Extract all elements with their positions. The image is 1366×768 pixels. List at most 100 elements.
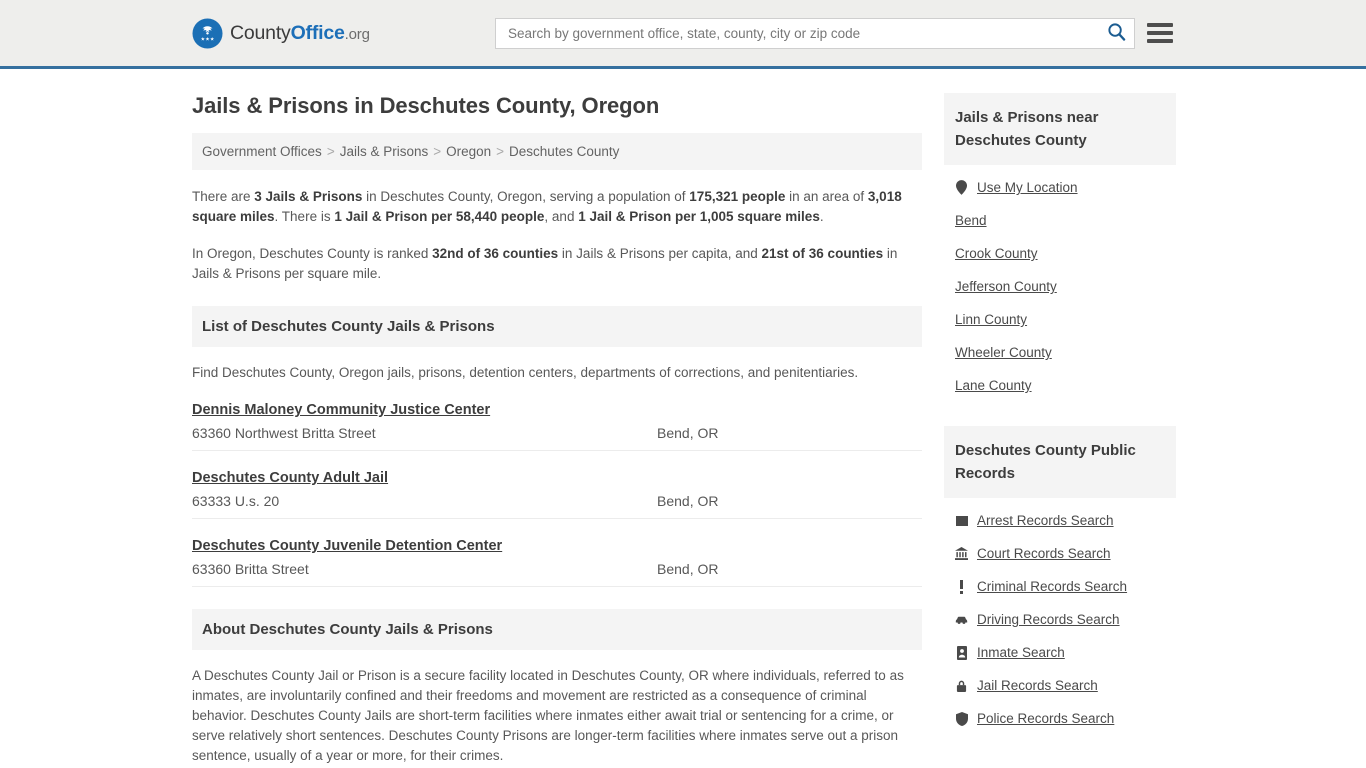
building-icon — [955, 513, 968, 528]
list-section-subtitle: Find Deschutes County, Oregon jails, pri… — [192, 365, 859, 380]
breadcrumb-item-deschutes-county[interactable]: Deschutes County — [509, 144, 619, 159]
facility-name-link[interactable]: Deschutes County Juvenile Detention Cent… — [192, 538, 502, 554]
sidebar-nearby-heading: Jails & Prisons near Deschutes County — [944, 93, 1176, 165]
facility-address: 63333 U.s. 20 — [192, 493, 280, 509]
map-pin-icon — [955, 180, 968, 195]
facility-detail-row: 63360 Britta Street Bend, OR — [192, 561, 922, 577]
sidebar-public-records-list: Arrest Records Search Court Records Sear… — [944, 504, 1176, 735]
sidebar-item-wheeler-county[interactable]: Wheeler County — [944, 336, 1176, 369]
stats-per-area: 1 Jail & Prison per 1,005 square miles — [578, 209, 820, 224]
search-icon — [1107, 22, 1126, 44]
id-badge-icon — [955, 645, 968, 660]
stats-per-people: 1 Jail & Prison per 58,440 people — [334, 209, 545, 224]
stats-text: in Jails & Prisons per capita, and — [558, 246, 762, 261]
hamburger-bar-1 — [1147, 23, 1173, 27]
sidebar-item-driving-records-search[interactable]: Driving Records Search — [944, 603, 1176, 636]
hamburger-bar-2 — [1147, 31, 1173, 35]
facility-row: Deschutes County Juvenile Detention Cent… — [192, 519, 922, 587]
sidebar-link-label[interactable]: Jefferson County — [955, 279, 1057, 294]
stats-text: in an area of — [785, 189, 868, 204]
stats-text: There are — [192, 189, 255, 204]
stats-text: In Oregon, Deschutes County is ranked — [192, 246, 433, 261]
stats-facility-count: 3 Jails & Prisons — [254, 189, 363, 204]
menu-button[interactable] — [1147, 23, 1173, 43]
sidebar-link-label[interactable]: Criminal Records Search — [977, 579, 1127, 594]
stats-paragraph-2: In Oregon, Deschutes County is ranked 32… — [192, 244, 922, 284]
page-title: Jails & Prisons in Deschutes County, Ore… — [192, 93, 660, 118]
facility-city: Bend, OR — [657, 425, 719, 441]
sidebar-link-label[interactable]: Crook County — [955, 246, 1038, 261]
site-logo[interactable]: CountyOffice.org — [192, 17, 370, 49]
breadcrumb-separator: > — [496, 144, 505, 159]
facility-detail-row: 63333 U.s. 20 Bend, OR — [192, 493, 922, 509]
search-input[interactable] — [506, 24, 1107, 42]
logo-text-office: Office — [290, 21, 345, 44]
breadcrumb-item-government-offices[interactable]: Government Offices — [202, 144, 322, 159]
main-content: Jails & Prisons in Deschutes County, Ore… — [192, 69, 922, 768]
facility-city: Bend, OR — [657, 561, 719, 577]
search-box[interactable] — [495, 17, 1135, 49]
shield-icon — [955, 711, 968, 726]
search-button[interactable] — [1107, 22, 1126, 44]
stats-text: in Deschutes County, Oregon, serving a p… — [362, 189, 690, 204]
header-search-area — [495, 17, 1173, 49]
stats-paragraph-1: There are 3 Jails & Prisons in Deschutes… — [192, 187, 922, 227]
sidebar-item-bend[interactable]: Bend — [944, 204, 1176, 237]
facility-name-link[interactable]: Deschutes County Adult Jail — [192, 470, 388, 486]
sidebar-item-use-my-location[interactable]: Use My Location — [944, 171, 1176, 204]
stats-text: . — [819, 209, 824, 224]
sidebar-item-inmate-search[interactable]: Inmate Search — [944, 636, 1176, 669]
facility-address: 63360 Britta Street — [192, 561, 309, 577]
sidebar-item-court-records-search[interactable]: Court Records Search — [944, 537, 1176, 570]
sidebar-link-label[interactable]: Arrest Records Search — [977, 513, 1114, 528]
sidebar-item-crook-county[interactable]: Crook County — [944, 237, 1176, 270]
breadcrumb-separator: > — [326, 144, 335, 159]
courthouse-icon — [955, 546, 968, 561]
list-section-heading: List of Deschutes County Jails & Prisons — [192, 306, 922, 347]
sidebar-link-label[interactable]: Bend — [955, 213, 987, 228]
sidebar-item-lane-county[interactable]: Lane County — [944, 369, 1176, 402]
exclamation-icon — [955, 579, 968, 594]
sidebar-link-label[interactable]: Court Records Search — [977, 546, 1111, 561]
stats-rank-per-capita: 32nd of 36 counties — [432, 246, 559, 261]
sidebar-link-label[interactable]: Driving Records Search — [977, 612, 1120, 627]
logo-text-org: .org — [344, 25, 370, 43]
stats-text: . There is — [274, 209, 335, 224]
hamburger-bar-3 — [1147, 39, 1173, 43]
sidebar-link-label[interactable]: Police Records Search — [977, 711, 1114, 726]
car-icon — [955, 612, 968, 627]
sidebar-item-jail-records-search[interactable]: Jail Records Search — [944, 669, 1176, 702]
sidebar-link-label[interactable]: Wheeler County — [955, 345, 1052, 360]
site-header: CountyOffice.org — [0, 0, 1366, 69]
breadcrumb-item-jails-prisons[interactable]: Jails & Prisons — [340, 144, 429, 159]
sidebar-public-records-heading: Deschutes County Public Records — [944, 426, 1176, 498]
lock-icon — [955, 678, 968, 693]
sidebar-nearby-list: Use My Location Bend Crook County Jeffer… — [944, 171, 1176, 402]
about-section-paragraph: A Deschutes County Jail or Prison is a s… — [192, 668, 904, 763]
facility-row: Dennis Maloney Community Justice Center … — [192, 383, 922, 451]
eagle-logo-icon — [192, 17, 223, 49]
sidebar-link-label[interactable]: Lane County — [955, 378, 1032, 393]
about-section-heading: About Deschutes County Jails & Prisons — [192, 609, 922, 650]
page-body: Jails & Prisons in Deschutes County, Ore… — [0, 69, 1366, 768]
sidebar-item-arrest-records-search[interactable]: Arrest Records Search — [944, 504, 1176, 537]
logo-wordmark: CountyOffice.org — [230, 22, 370, 45]
sidebar: Jails & Prisons near Deschutes County Us… — [944, 69, 1176, 735]
sidebar-link-label[interactable]: Use My Location — [977, 180, 1078, 195]
stats-population: 175,321 people — [689, 189, 786, 204]
stats-rank-per-area: 21st of 36 counties — [761, 246, 884, 261]
facility-city: Bend, OR — [657, 493, 719, 509]
sidebar-link-label[interactable]: Jail Records Search — [977, 678, 1098, 693]
sidebar-item-linn-county[interactable]: Linn County — [944, 303, 1176, 336]
breadcrumb-item-oregon[interactable]: Oregon — [446, 144, 491, 159]
sidebar-item-criminal-records-search[interactable]: Criminal Records Search — [944, 570, 1176, 603]
facility-row: Deschutes County Adult Jail 63333 U.s. 2… — [192, 451, 922, 519]
sidebar-item-jefferson-county[interactable]: Jefferson County — [944, 270, 1176, 303]
sidebar-link-label[interactable]: Inmate Search — [977, 645, 1065, 660]
facility-name-link[interactable]: Dennis Maloney Community Justice Center — [192, 402, 490, 418]
sidebar-item-police-records-search[interactable]: Police Records Search — [944, 702, 1176, 735]
facility-address: 63360 Northwest Britta Street — [192, 425, 376, 441]
breadcrumb: Government Offices > Jails & Prisons > Orego… — [192, 133, 922, 170]
breadcrumb-separator: > — [433, 144, 442, 159]
sidebar-link-label[interactable]: Linn County — [955, 312, 1027, 327]
